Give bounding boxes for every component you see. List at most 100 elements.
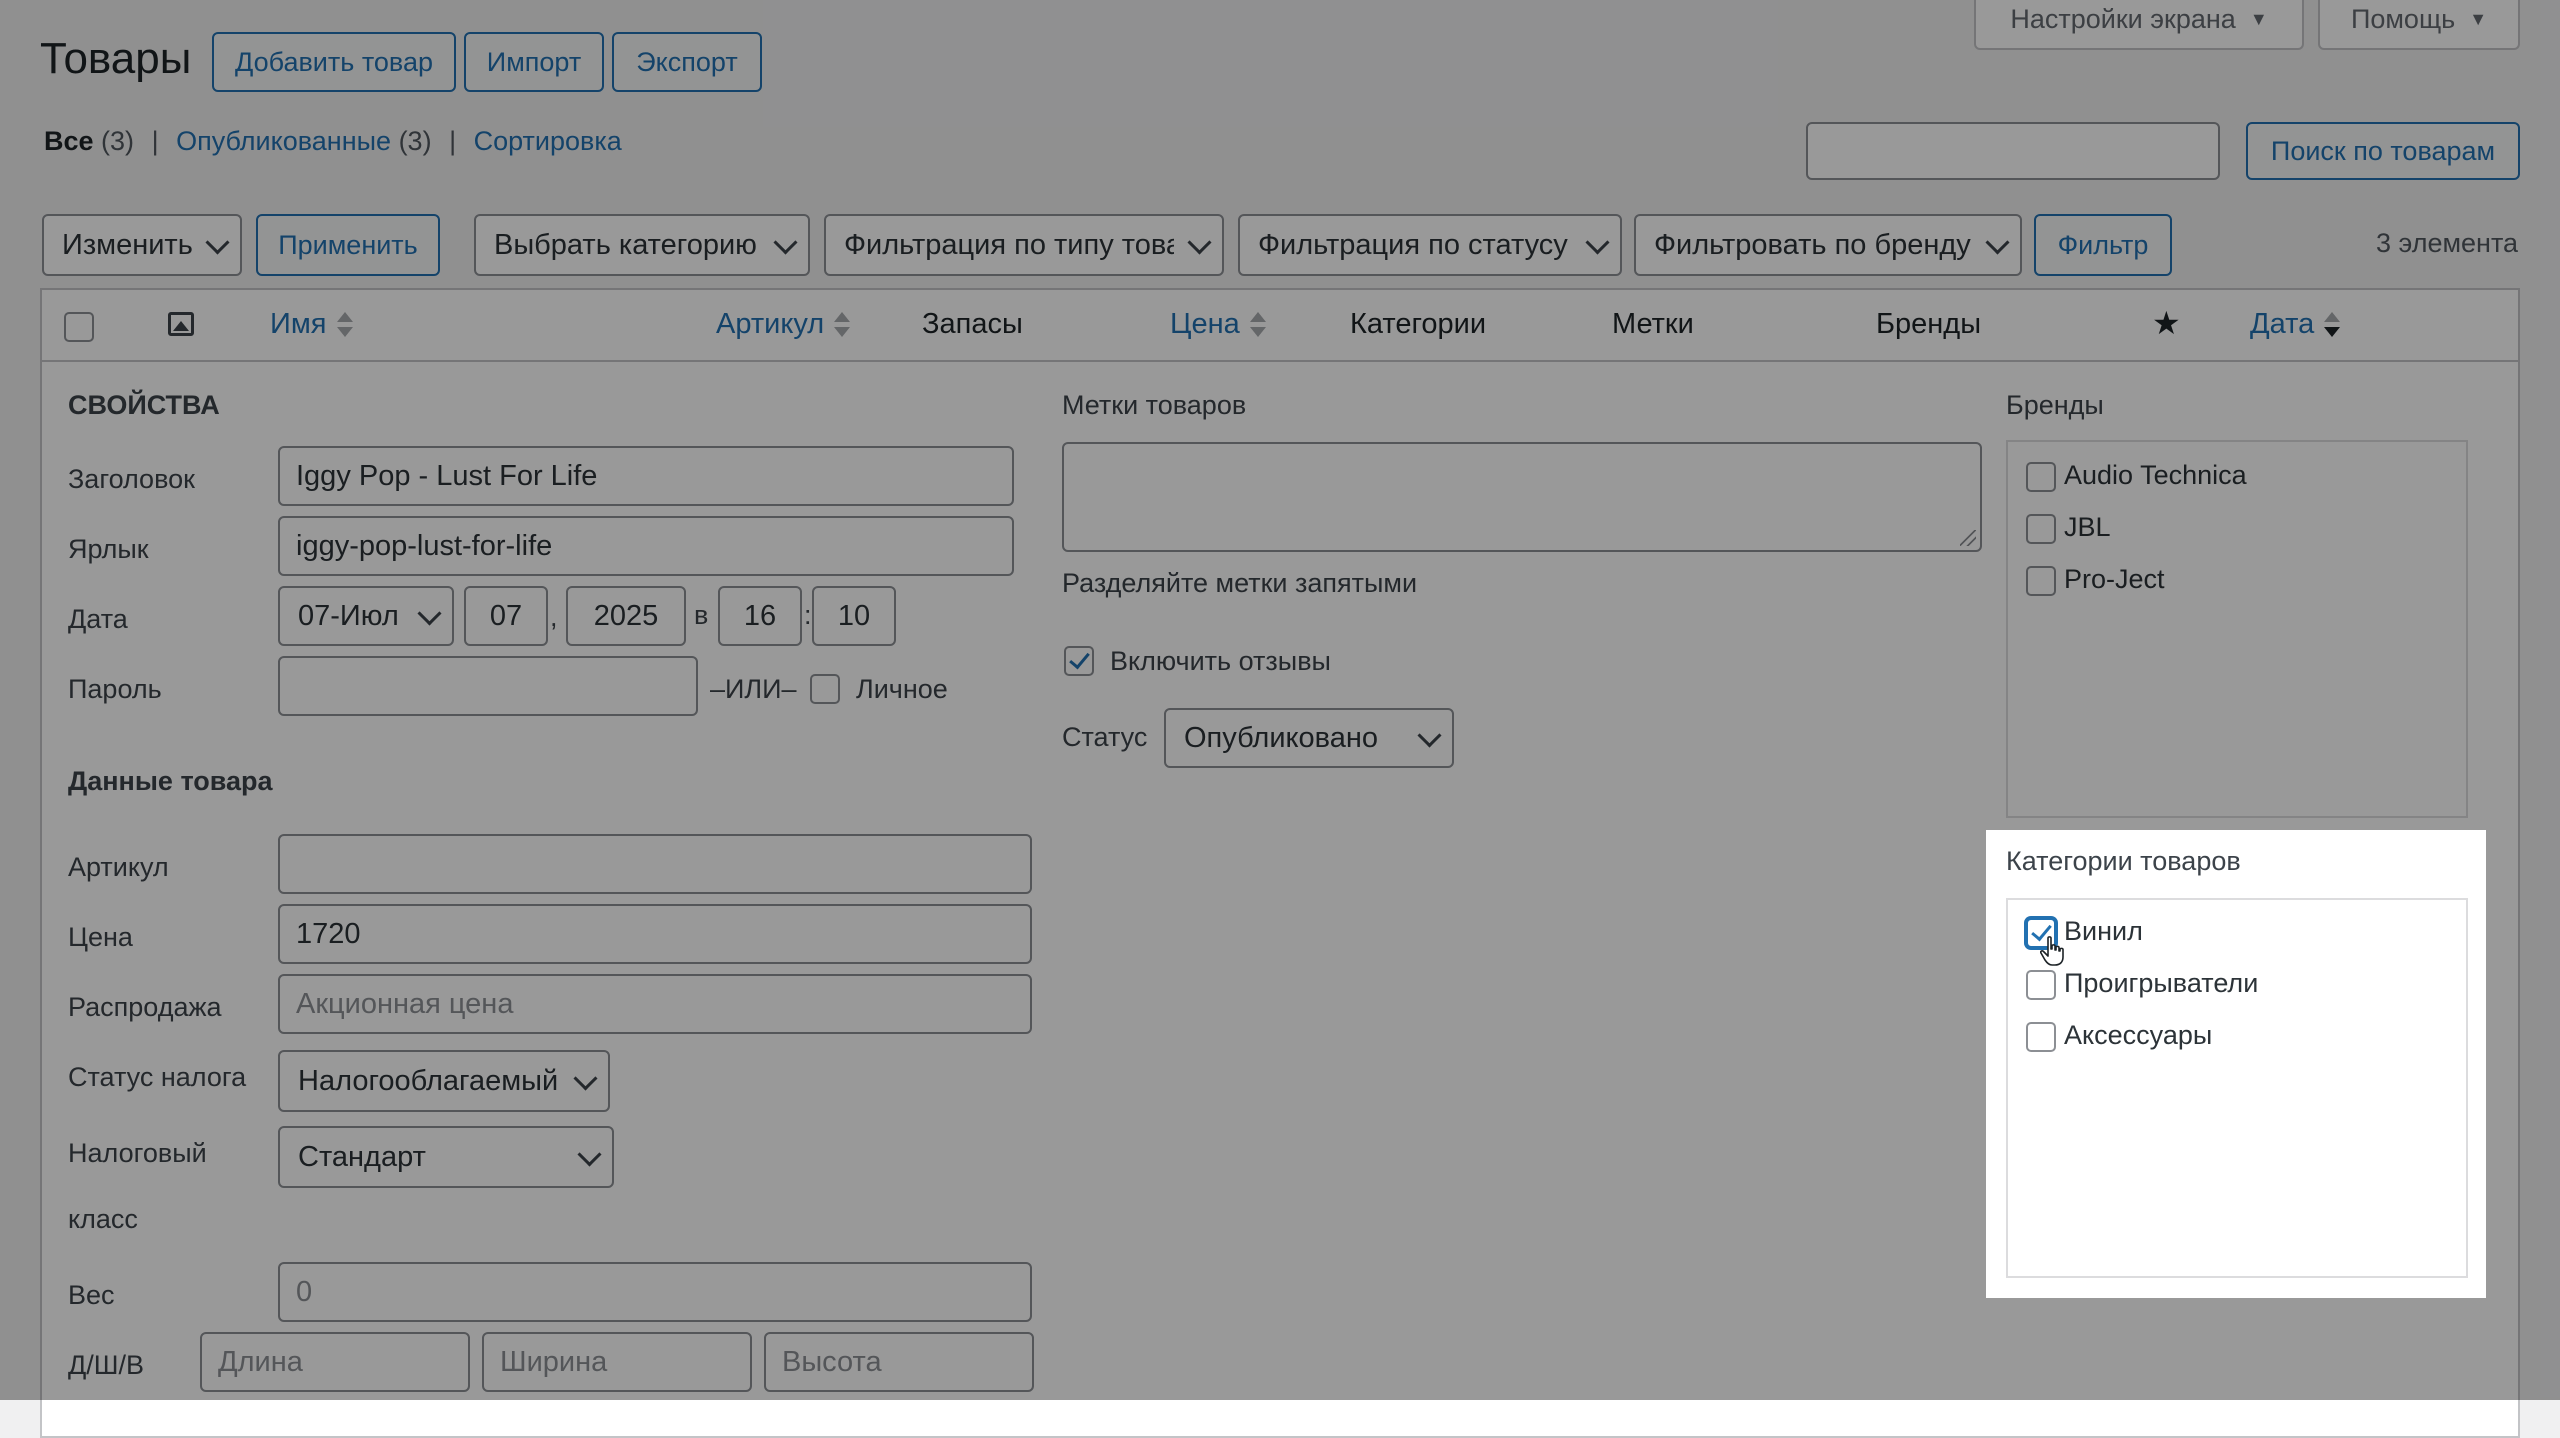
- chevron-down-icon: [417, 601, 442, 626]
- chevron-down-icon: [773, 230, 798, 255]
- password-input[interactable]: [278, 656, 698, 716]
- properties-heading: СВОЙСТВА: [68, 390, 220, 420]
- chevron-down-icon: [205, 230, 230, 255]
- dimensions-label: Д/Ш/В: [68, 1350, 145, 1380]
- length-input[interactable]: Длина: [200, 1332, 470, 1392]
- help-tab[interactable]: Помощь ▼: [2318, 0, 2520, 50]
- date-colon: :: [804, 600, 812, 630]
- brands-checklist: Audio Technica JBL Pro-Ject: [2006, 440, 2468, 818]
- export-button[interactable]: Экспорт: [612, 32, 762, 92]
- image-column-icon: [168, 312, 194, 336]
- categories-label: Категории товаров: [2006, 846, 2241, 876]
- private-checkbox[interactable]: [810, 674, 840, 704]
- caret-down-icon: ▼: [2249, 8, 2268, 29]
- bulk-action-select[interactable]: Изменить: [42, 214, 242, 276]
- date-month-value: 07-Июл: [298, 599, 399, 632]
- caret-down-icon: ▼: [2469, 8, 2488, 29]
- tax-class-label-1: Налоговый: [68, 1138, 207, 1168]
- column-categories: Категории: [1350, 308, 1487, 340]
- enable-reviews-label: Включить отзывы: [1110, 646, 1331, 676]
- brand-item: Audio Technica: [2064, 460, 2247, 490]
- import-button[interactable]: Импорт: [464, 32, 604, 92]
- featured-star-icon: ★: [2152, 305, 2181, 341]
- tax-status-label: Статус налога: [68, 1062, 247, 1092]
- title-input[interactable]: Iggy Pop - Lust For Life: [278, 446, 1014, 506]
- search-button[interactable]: Поиск по товарам: [2246, 122, 2520, 180]
- title-label: Заголовок: [68, 464, 195, 494]
- filter-button[interactable]: Фильтр: [2034, 214, 2172, 276]
- status-label: Статус: [1062, 722, 1148, 752]
- search-input[interactable]: [1806, 122, 2220, 180]
- category-checkbox[interactable]: [2026, 970, 2056, 1000]
- column-date[interactable]: Дата: [2250, 308, 2341, 341]
- tax-class-select[interactable]: Стандарт: [278, 1126, 614, 1188]
- column-stock: Запасы: [922, 308, 1023, 340]
- category-item: Проигрыватели: [2064, 968, 2259, 998]
- brand-checkbox[interactable]: [2026, 462, 2056, 492]
- sale-price-input[interactable]: Акционная цена: [278, 974, 1032, 1034]
- select-all-checkbox[interactable]: [64, 312, 94, 342]
- status-select[interactable]: Опубликовано: [1164, 708, 1454, 768]
- status-filter-value: Фильтрация по статусу: [1258, 228, 1568, 261]
- height-input[interactable]: Высота: [764, 1332, 1034, 1392]
- price-input[interactable]: 1720: [278, 904, 1032, 964]
- separator: |: [449, 126, 457, 156]
- chevron-down-icon: [573, 1066, 598, 1091]
- category-checkbox[interactable]: [2026, 1022, 2056, 1052]
- screen-options-tab[interactable]: Настройки экрана ▼: [1974, 0, 2304, 50]
- screen-options-label: Настройки экрана: [2010, 3, 2236, 34]
- sku-input[interactable]: [278, 834, 1032, 894]
- column-name[interactable]: Имя: [270, 308, 353, 341]
- column-sku[interactable]: Артикул: [716, 308, 851, 341]
- apply-button[interactable]: Применить: [256, 214, 440, 276]
- tax-class-value: Стандарт: [298, 1140, 426, 1173]
- views-nav: Все (3) | Опубликованные (3) | Сортировк…: [44, 126, 622, 157]
- view-all[interactable]: Все: [44, 126, 94, 156]
- slug-input[interactable]: iggy-pop-lust-for-life: [278, 516, 1014, 576]
- date-minute-input[interactable]: 10: [812, 586, 896, 646]
- type-filter-select[interactable]: Фильтрация по типу товара: [824, 214, 1224, 276]
- column-price-label: Цена: [1170, 308, 1240, 340]
- date-day-input[interactable]: 07: [464, 586, 548, 646]
- sku-label: Артикул: [68, 852, 169, 882]
- brands-label: Бренды: [2006, 390, 2104, 420]
- width-input[interactable]: Ширина: [482, 1332, 752, 1392]
- brand-item: Pro-Ject: [2064, 564, 2165, 594]
- view-published[interactable]: Опубликованные: [176, 126, 391, 156]
- date-hour-input[interactable]: 16: [718, 586, 802, 646]
- column-tags: Метки: [1612, 308, 1694, 340]
- tax-class-label-2: класс: [68, 1204, 138, 1234]
- tax-status-value: Налогооблагаемый: [298, 1064, 559, 1097]
- add-product-button[interactable]: Добавить товар: [212, 32, 456, 92]
- view-sorting[interactable]: Сортировка: [474, 126, 622, 156]
- sale-label: Распродажа: [68, 992, 222, 1022]
- private-label: Личное: [856, 674, 948, 704]
- category-item: Аксессуары: [2064, 1020, 2213, 1050]
- brand-item: JBL: [2064, 512, 2111, 542]
- price-label: Цена: [68, 922, 133, 952]
- status-filter-select[interactable]: Фильтрация по статусу: [1238, 214, 1622, 276]
- date-year-input[interactable]: 2025: [566, 586, 686, 646]
- resize-handle-icon[interactable]: [1960, 530, 1976, 546]
- date-comma: ,: [550, 602, 558, 632]
- tax-status-select[interactable]: Налогооблагаемый: [278, 1050, 610, 1112]
- brand-checkbox[interactable]: [2026, 514, 2056, 544]
- weight-input[interactable]: 0: [278, 1262, 1032, 1322]
- categories-panel-highlight: Категории товаров Винил Проигрыватели Ак…: [1986, 830, 2486, 1298]
- brand-checkbox[interactable]: [2026, 566, 2056, 596]
- items-count: 3 элемента: [2376, 228, 2519, 258]
- type-filter-value: Фильтрация по типу товара: [844, 228, 1174, 261]
- column-brands: Бренды: [1876, 308, 1982, 340]
- bulk-action-value: Изменить: [62, 228, 193, 261]
- column-price[interactable]: Цена: [1170, 308, 1266, 341]
- date-month-select[interactable]: 07-Июл: [278, 586, 454, 646]
- category-filter-select[interactable]: Выбрать категорию: [474, 214, 810, 276]
- hand-cursor-icon: [2040, 936, 2064, 966]
- enable-reviews-checkbox[interactable]: [1064, 646, 1094, 676]
- chevron-down-icon: [577, 1142, 602, 1167]
- brand-filter-select[interactable]: Фильтровать по бренду: [1634, 214, 2022, 276]
- help-label: Помощь: [2350, 3, 2456, 34]
- page-title: Товары: [40, 34, 192, 83]
- weight-label: Вес: [68, 1280, 115, 1310]
- tags-textarea[interactable]: [1062, 442, 1982, 552]
